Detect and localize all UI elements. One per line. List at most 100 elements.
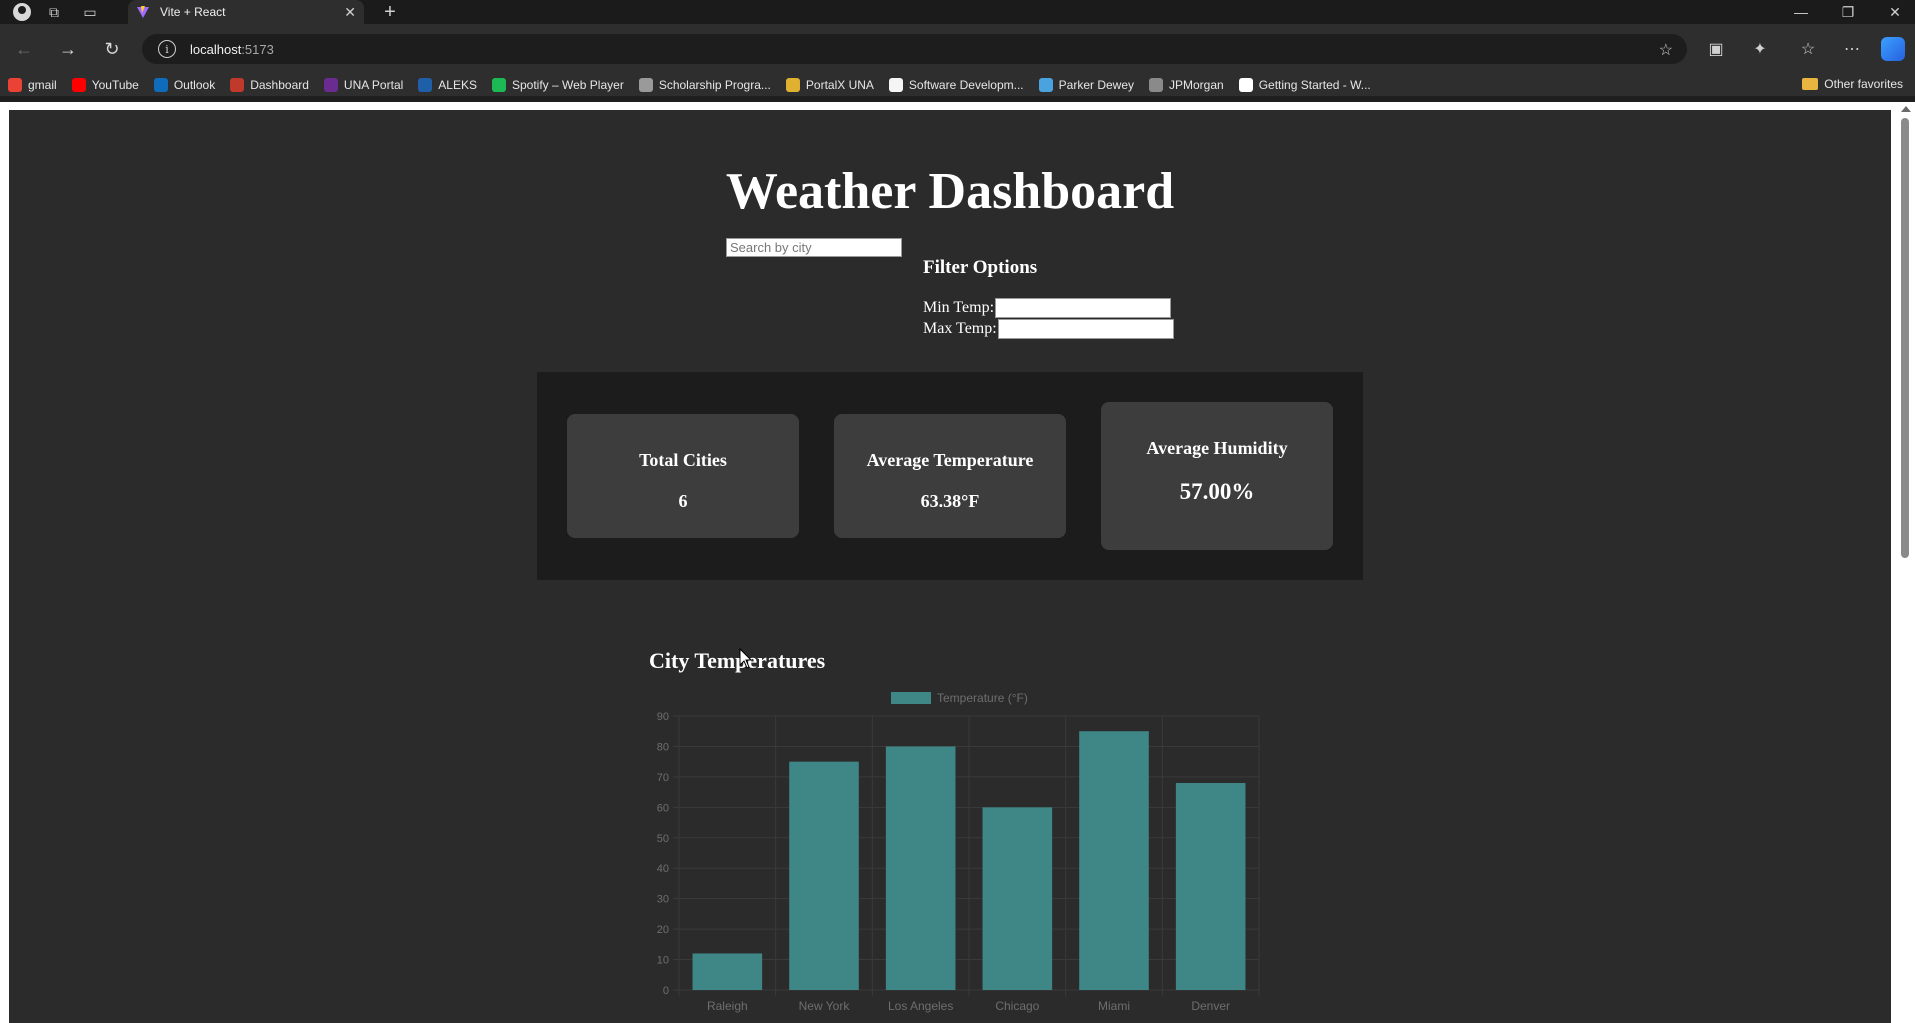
y-tick-label: 0 bbox=[663, 985, 669, 997]
bookmark-favicon-icon bbox=[418, 78, 433, 92]
bar-new-york bbox=[789, 761, 859, 990]
bookmark-label: Scholarship Progra... bbox=[658, 78, 771, 92]
bookmark-label: Getting Started - W... bbox=[1258, 78, 1371, 92]
new-tab-button[interactable]: + bbox=[376, 0, 404, 24]
min-temp-label: Min Temp: bbox=[923, 299, 995, 316]
chart-heading: City Temperatures bbox=[649, 648, 826, 673]
min-temp-row: Min Temp: bbox=[923, 298, 1172, 318]
page-scrollbar[interactable] bbox=[1896, 102, 1915, 1023]
total-cities-card: Total Cities 6 bbox=[567, 414, 799, 538]
restore-button[interactable]: ❐ bbox=[1828, 0, 1868, 24]
bookmark-item[interactable]: JPMorgan bbox=[1149, 78, 1224, 92]
tab-active[interactable]: Vite + React ✕ bbox=[128, 0, 364, 24]
stats-panel: Total Cities 6 Average Temperature 63.38… bbox=[537, 372, 1363, 580]
bookmark-label: Spotify – Web Player bbox=[511, 78, 624, 92]
tab-title: Vite + React bbox=[160, 5, 226, 19]
bookmark-label: JPMorgan bbox=[1169, 78, 1224, 92]
bar-los-angeles bbox=[885, 746, 956, 990]
min-temp-input[interactable] bbox=[995, 298, 1172, 318]
dashboard-page: Weather Dashboard Filter Options Min Tem… bbox=[9, 110, 1891, 1023]
avg-temp-card: Average Temperature 63.38°F bbox=[834, 414, 1066, 538]
bookmark-favicon-icon bbox=[1149, 78, 1163, 92]
bookmark-item[interactable]: Software Developm... bbox=[888, 78, 1024, 92]
workspaces-icon[interactable]: ⧉ bbox=[36, 0, 72, 24]
bookmark-item[interactable]: Parker Dewey bbox=[1038, 78, 1134, 92]
other-favorites-label: Other favorites bbox=[1824, 77, 1903, 91]
favorite-star-icon[interactable]: ☆ bbox=[1659, 40, 1673, 60]
max-temp-input[interactable] bbox=[997, 319, 1174, 339]
bookmark-favicon-icon bbox=[230, 78, 245, 92]
avg-humidity-card: Average Humidity 57.00% bbox=[1101, 402, 1333, 550]
bookmark-item[interactable]: Dashboard bbox=[230, 78, 309, 92]
bookmark-favicon-icon bbox=[153, 78, 168, 92]
bookmark-label: Parker Dewey bbox=[1058, 78, 1134, 92]
search-input[interactable] bbox=[726, 238, 902, 257]
copilot-icon[interactable] bbox=[1881, 37, 1905, 61]
legend-swatch bbox=[891, 692, 931, 704]
bookmark-favicon-icon bbox=[785, 78, 800, 92]
url-text: localhost:5173 bbox=[190, 41, 274, 57]
y-tick-label: 80 bbox=[657, 741, 669, 753]
site-info-icon[interactable]: i bbox=[158, 40, 176, 58]
profile-icon bbox=[13, 3, 31, 21]
page-title: Weather Dashboard bbox=[725, 163, 1175, 220]
total-cities-value: 6 bbox=[678, 491, 688, 511]
bookmark-item[interactable]: UNA Portal bbox=[323, 78, 404, 92]
bar-chicago bbox=[982, 807, 1053, 990]
more-menu-icon[interactable]: ⋯ bbox=[1838, 36, 1866, 62]
close-window-button[interactable]: ✕ bbox=[1875, 0, 1915, 24]
profile-button[interactable] bbox=[0, 0, 36, 24]
bookmark-item[interactable]: Getting Started - W... bbox=[1238, 78, 1371, 92]
bookmark-favicon-icon bbox=[1238, 78, 1253, 92]
y-tick-label: 10 bbox=[657, 955, 669, 967]
address-bar-row: ← → ↻ i localhost:5173 ☆ ▣ ✦ ☆ ⋯ bbox=[0, 24, 1915, 74]
minimize-button[interactable]: — bbox=[1781, 0, 1821, 24]
avg-humidity-label: Average Humidity bbox=[1146, 438, 1288, 458]
y-tick-label: 20 bbox=[657, 924, 669, 936]
scrollbar-thumb[interactable] bbox=[1901, 118, 1909, 558]
filter-title: Filter Options bbox=[923, 257, 1038, 278]
other-favorites[interactable]: Other favorites bbox=[1802, 77, 1903, 91]
x-tick-label: Raleigh bbox=[707, 999, 748, 1013]
bookmark-favicon-icon bbox=[8, 78, 22, 92]
refresh-button[interactable]: ↻ bbox=[98, 36, 126, 62]
bookmark-label: gmail bbox=[28, 78, 57, 92]
bookmark-favicon-icon bbox=[638, 78, 653, 92]
y-tick-label: 30 bbox=[657, 894, 669, 906]
bookmark-favicon-icon bbox=[323, 78, 338, 92]
bookmark-item[interactable]: Outlook bbox=[153, 78, 216, 92]
y-tick-label: 60 bbox=[657, 802, 669, 814]
avg-humidity-value: 57.00% bbox=[1179, 479, 1255, 504]
extension-icon[interactable]: ▣ bbox=[1702, 36, 1730, 62]
favorites-icon[interactable]: ☆ bbox=[1794, 36, 1822, 62]
bookmark-item[interactable]: gmail bbox=[8, 78, 57, 92]
folder-icon bbox=[1802, 78, 1819, 90]
tab-actions-icon[interactable]: ▭ bbox=[72, 0, 108, 24]
max-temp-label: Max Temp: bbox=[923, 320, 997, 337]
bookmark-item[interactable]: YouTube bbox=[71, 78, 139, 92]
avg-temp-label: Average Temperature bbox=[866, 450, 1034, 470]
forward-button[interactable]: → bbox=[54, 36, 82, 62]
avg-temp-value: 63.38°F bbox=[920, 491, 980, 511]
scroll-up-icon[interactable] bbox=[1901, 106, 1911, 112]
tab-close-icon[interactable]: ✕ bbox=[344, 4, 356, 21]
bookmark-label: Software Developm... bbox=[908, 78, 1024, 92]
x-tick-label: Miami bbox=[1098, 999, 1130, 1013]
url-field[interactable]: i localhost:5173 ☆ bbox=[142, 34, 1687, 64]
bookmark-favicon-icon bbox=[1038, 78, 1053, 92]
bookmark-item[interactable]: Scholarship Progra... bbox=[638, 78, 771, 92]
bar-miami bbox=[1079, 731, 1149, 990]
mouse-cursor-icon bbox=[739, 647, 753, 669]
bookmark-label: ALEKS bbox=[438, 78, 477, 92]
bookmark-item[interactable]: ALEKS bbox=[418, 78, 477, 92]
y-tick-label: 50 bbox=[657, 833, 669, 845]
bookmark-label: Outlook bbox=[173, 78, 216, 92]
vite-favicon-icon bbox=[137, 6, 149, 18]
bookmark-item[interactable]: Spotify – Web Player bbox=[491, 78, 624, 92]
legend-label: Temperature (°F) bbox=[937, 691, 1028, 705]
bookmark-label: UNA Portal bbox=[343, 78, 404, 92]
back-button[interactable]: ← bbox=[10, 36, 38, 62]
extensions-puzzle-icon[interactable]: ✦ bbox=[1746, 36, 1774, 62]
bookmark-item[interactable]: PortalX UNA bbox=[785, 78, 874, 92]
x-tick-label: Chicago bbox=[995, 999, 1039, 1013]
